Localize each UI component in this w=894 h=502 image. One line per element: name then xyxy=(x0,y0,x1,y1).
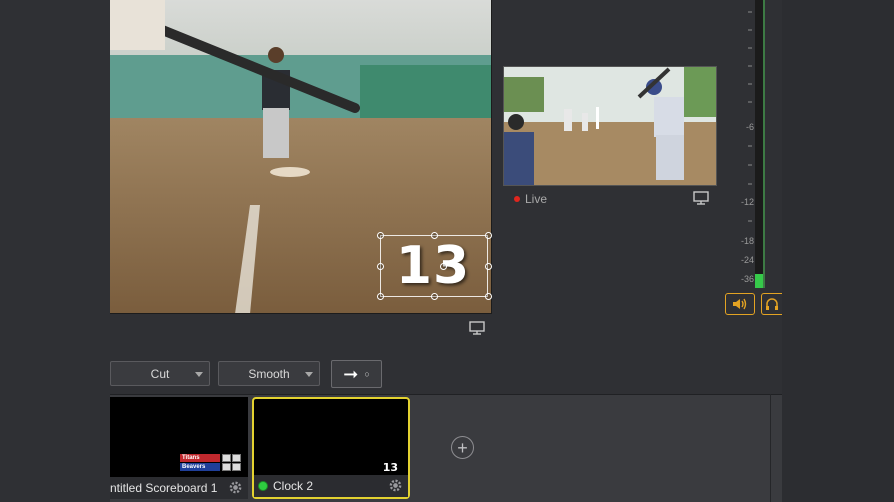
selection-box xyxy=(380,235,488,297)
chevron-down-icon xyxy=(305,372,313,377)
headphones-icon xyxy=(766,298,778,310)
arrow-right-icon: ➞ xyxy=(343,364,359,384)
source-name: Clock 2 xyxy=(273,479,314,493)
source-thumbnail-clock[interactable]: 13 Clock 2 xyxy=(252,397,410,499)
chevron-down-icon xyxy=(195,372,203,377)
team-score-box xyxy=(222,463,231,471)
team-score-box xyxy=(222,454,231,462)
team-score-box xyxy=(232,454,241,462)
live-scene xyxy=(504,67,716,185)
gear-icon[interactable] xyxy=(228,480,243,495)
resize-handle-tl[interactable] xyxy=(377,232,384,239)
gear-icon[interactable] xyxy=(388,478,403,493)
transition-type-dropdown[interactable]: Cut xyxy=(110,361,210,386)
audio-meter-fill xyxy=(755,273,763,288)
mini-clock-value: 13 xyxy=(382,461,398,474)
right-panel xyxy=(782,0,894,502)
speaker-button[interactable] xyxy=(725,293,755,315)
resize-handle-t[interactable] xyxy=(431,232,438,239)
transition-type-label: Cut xyxy=(150,366,170,381)
resize-handle-br[interactable] xyxy=(485,293,492,300)
speaker-icon xyxy=(733,298,747,310)
resize-handle-r[interactable] xyxy=(485,263,492,270)
audio-meter-green-edge xyxy=(763,0,765,288)
meter-tick-marks xyxy=(748,11,752,222)
add-source-button[interactable]: + xyxy=(451,436,474,459)
mini-team-row: Titans xyxy=(180,454,244,462)
live-status: Live xyxy=(514,192,547,206)
anchor-handle[interactable] xyxy=(440,263,447,270)
audio-meter-bar xyxy=(755,0,763,288)
sources-divider xyxy=(770,394,771,502)
resize-handle-b[interactable] xyxy=(431,293,438,300)
active-indicator-dot xyxy=(258,481,268,491)
audio-meter-scale: -6 -12 -18 -24 -36 xyxy=(732,0,754,290)
resize-handle-l[interactable] xyxy=(377,263,384,270)
mini-scoreboard: Titans Beavers xyxy=(180,454,244,472)
source-thumbnail-scoreboard[interactable]: Titans Beavers ntitled Scoreboard 1 xyxy=(110,397,248,499)
resize-handle-bl[interactable] xyxy=(377,293,384,300)
live-indicator-dot xyxy=(514,196,520,202)
team-name: Titans xyxy=(180,454,220,462)
mini-team-row: Beavers xyxy=(180,463,244,471)
transition-go-button[interactable]: ➞ ○ xyxy=(331,360,382,388)
resize-handle-tr[interactable] xyxy=(485,232,492,239)
live-status-label: Live xyxy=(525,192,548,206)
clock-overlay[interactable]: 13 xyxy=(377,232,492,300)
team-score-box xyxy=(232,463,241,471)
plus-icon: + xyxy=(457,437,468,458)
source-name: ntitled Scoreboard 1 xyxy=(110,481,218,495)
monitor-icon[interactable] xyxy=(693,191,709,205)
transition-speed-label: Smooth xyxy=(248,366,290,381)
source-footer: ntitled Scoreboard 1 xyxy=(110,477,248,499)
team-name: Beavers xyxy=(180,463,220,471)
live-output-preview[interactable] xyxy=(503,66,717,186)
go-indicator: ○ xyxy=(364,369,370,379)
transition-speed-dropdown[interactable]: Smooth xyxy=(218,361,320,386)
source-footer: Clock 2 xyxy=(254,475,408,497)
headphones-button[interactable] xyxy=(761,293,782,315)
monitor-icon[interactable] xyxy=(469,321,485,335)
